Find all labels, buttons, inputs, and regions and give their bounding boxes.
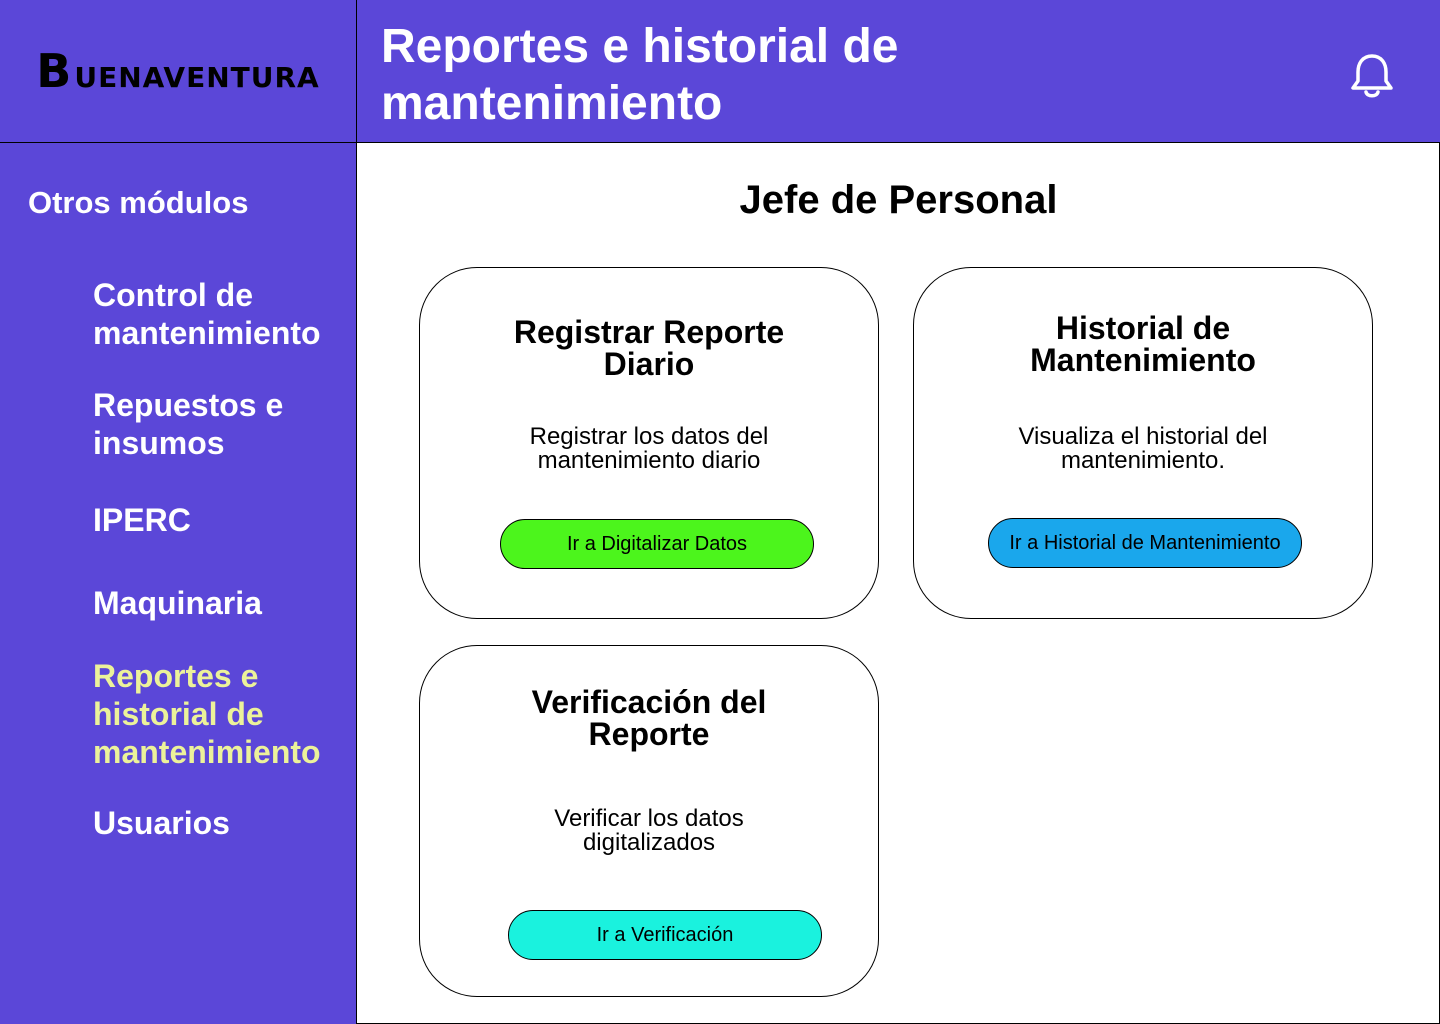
sidebar-item-iperc[interactable]: IPERC [93, 501, 343, 539]
card-verificacion-reporte: Verificación del Reporte Verificar los d… [419, 645, 879, 997]
buenaventura-logo: B UENAVENTURA [36, 44, 319, 98]
page-title: Reportes e historial de mantenimiento [381, 20, 899, 130]
sidebar-item-control-mantenimiento[interactable]: Control de mantenimiento [93, 276, 343, 352]
sidebar-item-reportes-historial[interactable]: Reportes e historial de mantenimiento [93, 657, 343, 771]
sidebar-item-usuarios[interactable]: Usuarios [93, 804, 343, 842]
historial-mantenimiento-button[interactable]: Ir a Historial de Mantenimiento [988, 518, 1302, 568]
bell-icon[interactable] [1347, 50, 1397, 100]
card-title: Historial de Mantenimiento [1030, 310, 1256, 378]
sidebar-heading: Otros módulos [28, 185, 249, 220]
card-historial-mantenimiento: Historial de Mantenimiento Visualiza el … [913, 267, 1373, 619]
card-title: Verificación del Reporte [531, 684, 767, 752]
card-description: Verificar los datos digitalizados [554, 805, 744, 856]
sidebar-item-repuestos-insumos[interactable]: Repuestos e insumos [93, 386, 343, 462]
logo-text: UENAVENTURA [74, 61, 320, 94]
sidebar-item-maquinaria[interactable]: Maquinaria [93, 584, 343, 622]
card-description: Registrar los datos del mantenimiento di… [529, 423, 769, 474]
verificacion-button[interactable]: Ir a Verificación [508, 910, 822, 960]
card-registrar-reporte: Registrar Reporte Diario Registrar los d… [419, 267, 879, 619]
logo-initial: B [36, 44, 73, 98]
sidebar: Otros módulos Control de mantenimiento R… [0, 143, 357, 1024]
card-title: Registrar Reporte Diario [513, 314, 785, 382]
card-description: Visualiza el historial del mantenimiento… [1018, 423, 1268, 474]
logo-area: B UENAVENTURA [0, 0, 357, 143]
header-bar: Reportes e historial de mantenimiento [357, 0, 1440, 143]
role-title: Jefe de Personal [739, 178, 1058, 222]
digitalizar-datos-button[interactable]: Ir a Digitalizar Datos [500, 519, 814, 569]
